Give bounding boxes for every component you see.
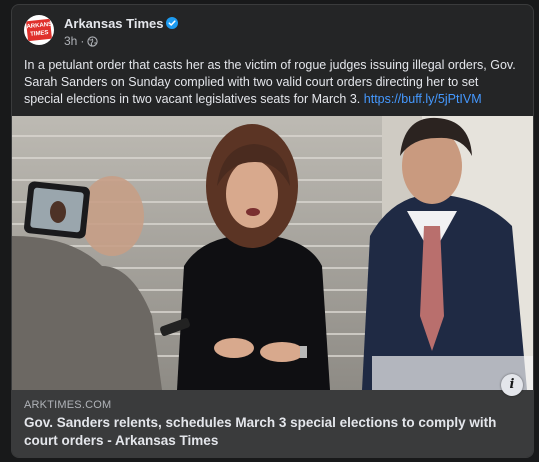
press-scene-illustration [12, 116, 533, 390]
page-name-link[interactable]: Arkansas Times [64, 16, 164, 31]
link-preview-footer[interactable]: i ARKTIMES.COM Gov. Sanders relents, sch… [12, 374, 533, 457]
meta-separator: · [80, 34, 85, 48]
link-headline[interactable]: Gov. Sanders relents, schedules March 3 … [24, 414, 519, 450]
article-photo[interactable] [12, 116, 533, 390]
post-message: In a petulant order that casts her as th… [24, 57, 516, 108]
post-short-link[interactable]: https://buff.ly/5jPtIVM [364, 92, 482, 106]
post-timestamp[interactable]: 3h [64, 34, 77, 48]
post-header: ARKANSAS TIMES Arkansas Times 3h · [24, 15, 521, 51]
info-icon[interactable]: i [501, 374, 523, 396]
link-domain: ARKTIMES.COM [24, 399, 112, 411]
post-card: ARKANSAS TIMES Arkansas Times 3h · In a p… [11, 4, 534, 458]
page-avatar[interactable]: ARKANSAS TIMES [24, 15, 54, 45]
globe-icon [87, 35, 98, 47]
post-meta: 3h · [64, 34, 98, 48]
arkansas-times-logo: ARKANSAS TIMES [26, 18, 54, 42]
verified-badge-icon [166, 17, 178, 29]
